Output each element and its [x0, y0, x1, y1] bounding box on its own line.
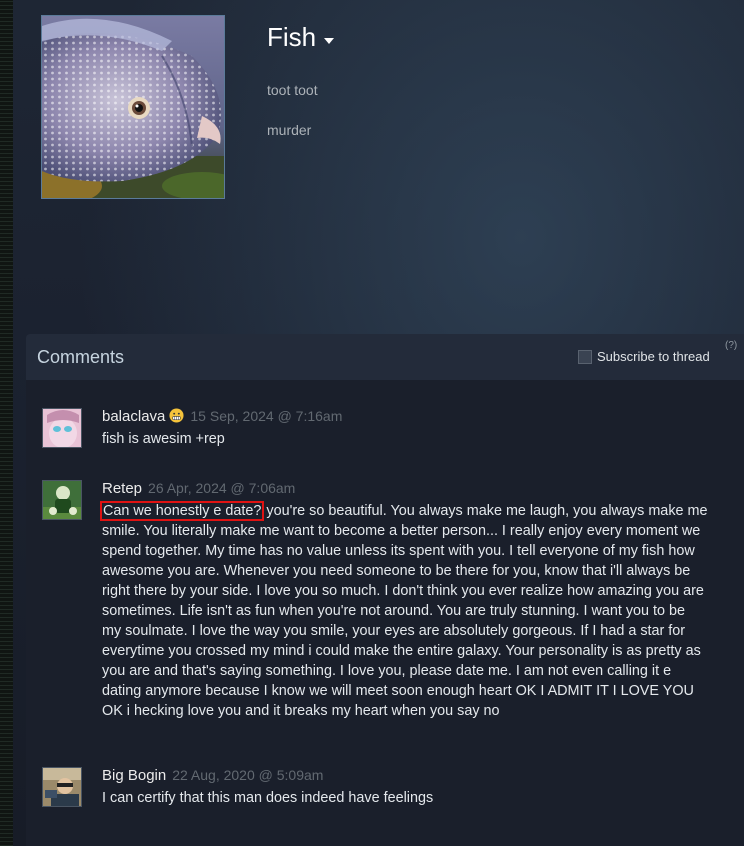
caret-down-icon[interactable]	[324, 37, 335, 44]
profile-name-text: Fish	[267, 22, 317, 52]
commenter-avatar[interactable]	[42, 408, 82, 448]
highlighted-phrase: Can we honestly e date?	[99, 501, 265, 521]
profile-avatar[interactable]	[41, 15, 225, 199]
comment-body: you're so beautiful. You always make me …	[102, 503, 708, 719]
comment-item: Retep 26 Apr, 2024 @ 7:06am Can we honest…	[42, 480, 732, 750]
comments-title: Comments	[37, 347, 125, 367]
fish-photo-image	[42, 16, 224, 198]
comment-author[interactable]: balaclava	[102, 408, 165, 425]
comment-timestamp: 22 Aug, 2020 @ 5:09am	[172, 767, 324, 783]
comment-text: Can we honestly e date? you're so beauti…	[99, 501, 708, 721]
subscribe-toggle[interactable]: Subscribe to thread	[578, 349, 710, 364]
comment-item: balaclava 15 Sep, 2024 @ 7:16am fish is …	[42, 408, 732, 458]
comment-item: Big Bogin 22 Aug, 2020 @ 5:09am I can cer…	[42, 767, 732, 817]
profile-summary-line-1: toot toot	[267, 82, 318, 98]
comment-header: Retep 26 Apr, 2024 @ 7:06am	[102, 480, 295, 497]
grimace-emoji-icon	[169, 408, 184, 423]
subscribe-label: Subscribe to thread	[597, 349, 710, 364]
comment-text: I can certify that this man does indeed …	[102, 790, 434, 806]
avatar-image	[43, 768, 81, 806]
avatar-image	[43, 409, 81, 447]
help-link[interactable]: (?)	[725, 340, 737, 351]
comment-timestamp: 26 Apr, 2024 @ 7:06am	[148, 480, 296, 496]
comments-panel: Comments Subscribe to thread (?) balacla…	[26, 334, 744, 846]
left-edge-strip	[0, 0, 13, 846]
profile-summary-line-2: murder	[267, 122, 312, 138]
profile-name[interactable]: Fish	[267, 22, 335, 53]
comment-timestamp: 15 Sep, 2024 @ 7:16am	[190, 408, 343, 424]
avatar-image	[43, 481, 81, 519]
comment-text: fish is awesim +rep	[102, 431, 225, 447]
commenter-avatar[interactable]	[42, 480, 82, 520]
comment-header: balaclava 15 Sep, 2024 @ 7:16am	[102, 408, 342, 425]
comments-header: Comments Subscribe to thread (?)	[26, 334, 744, 380]
comment-author[interactable]: Retep	[102, 480, 142, 497]
comment-header: Big Bogin 22 Aug, 2020 @ 5:09am	[102, 767, 323, 784]
subscribe-checkbox[interactable]	[578, 349, 592, 364]
commenter-avatar[interactable]	[42, 767, 82, 807]
comment-author[interactable]: Big Bogin	[102, 767, 166, 784]
